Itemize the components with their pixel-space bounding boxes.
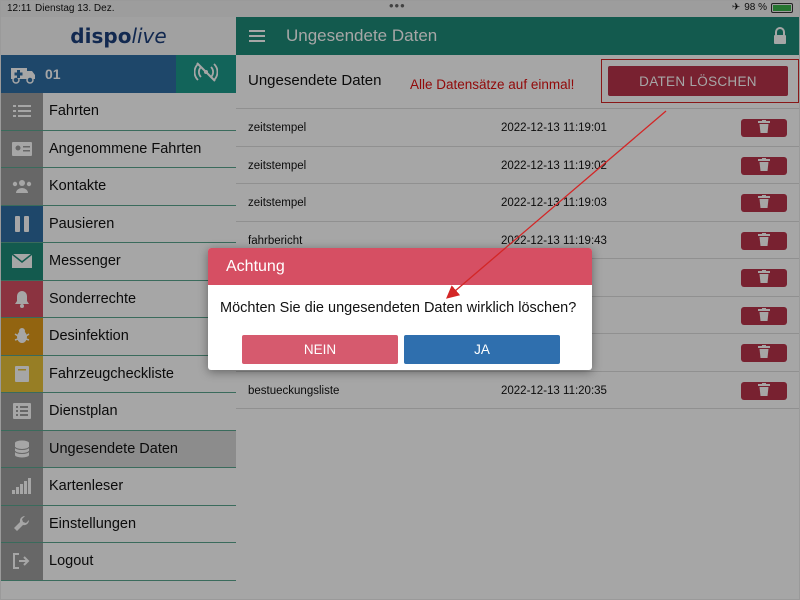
no-button[interactable]: NEIN [242,335,398,364]
yes-button[interactable]: JA [404,335,560,364]
confirm-dialog: Achtung Möchten Sie die ungesendeten Dat… [208,248,592,370]
dialog-title: Achtung [208,248,592,285]
dialog-message: Möchten Sie die ungesendeten Daten wirkl… [220,300,577,316]
app-frame: 12:11 Dienstag 13. Dez. ••• ✈ 98 % dispo… [0,0,800,600]
